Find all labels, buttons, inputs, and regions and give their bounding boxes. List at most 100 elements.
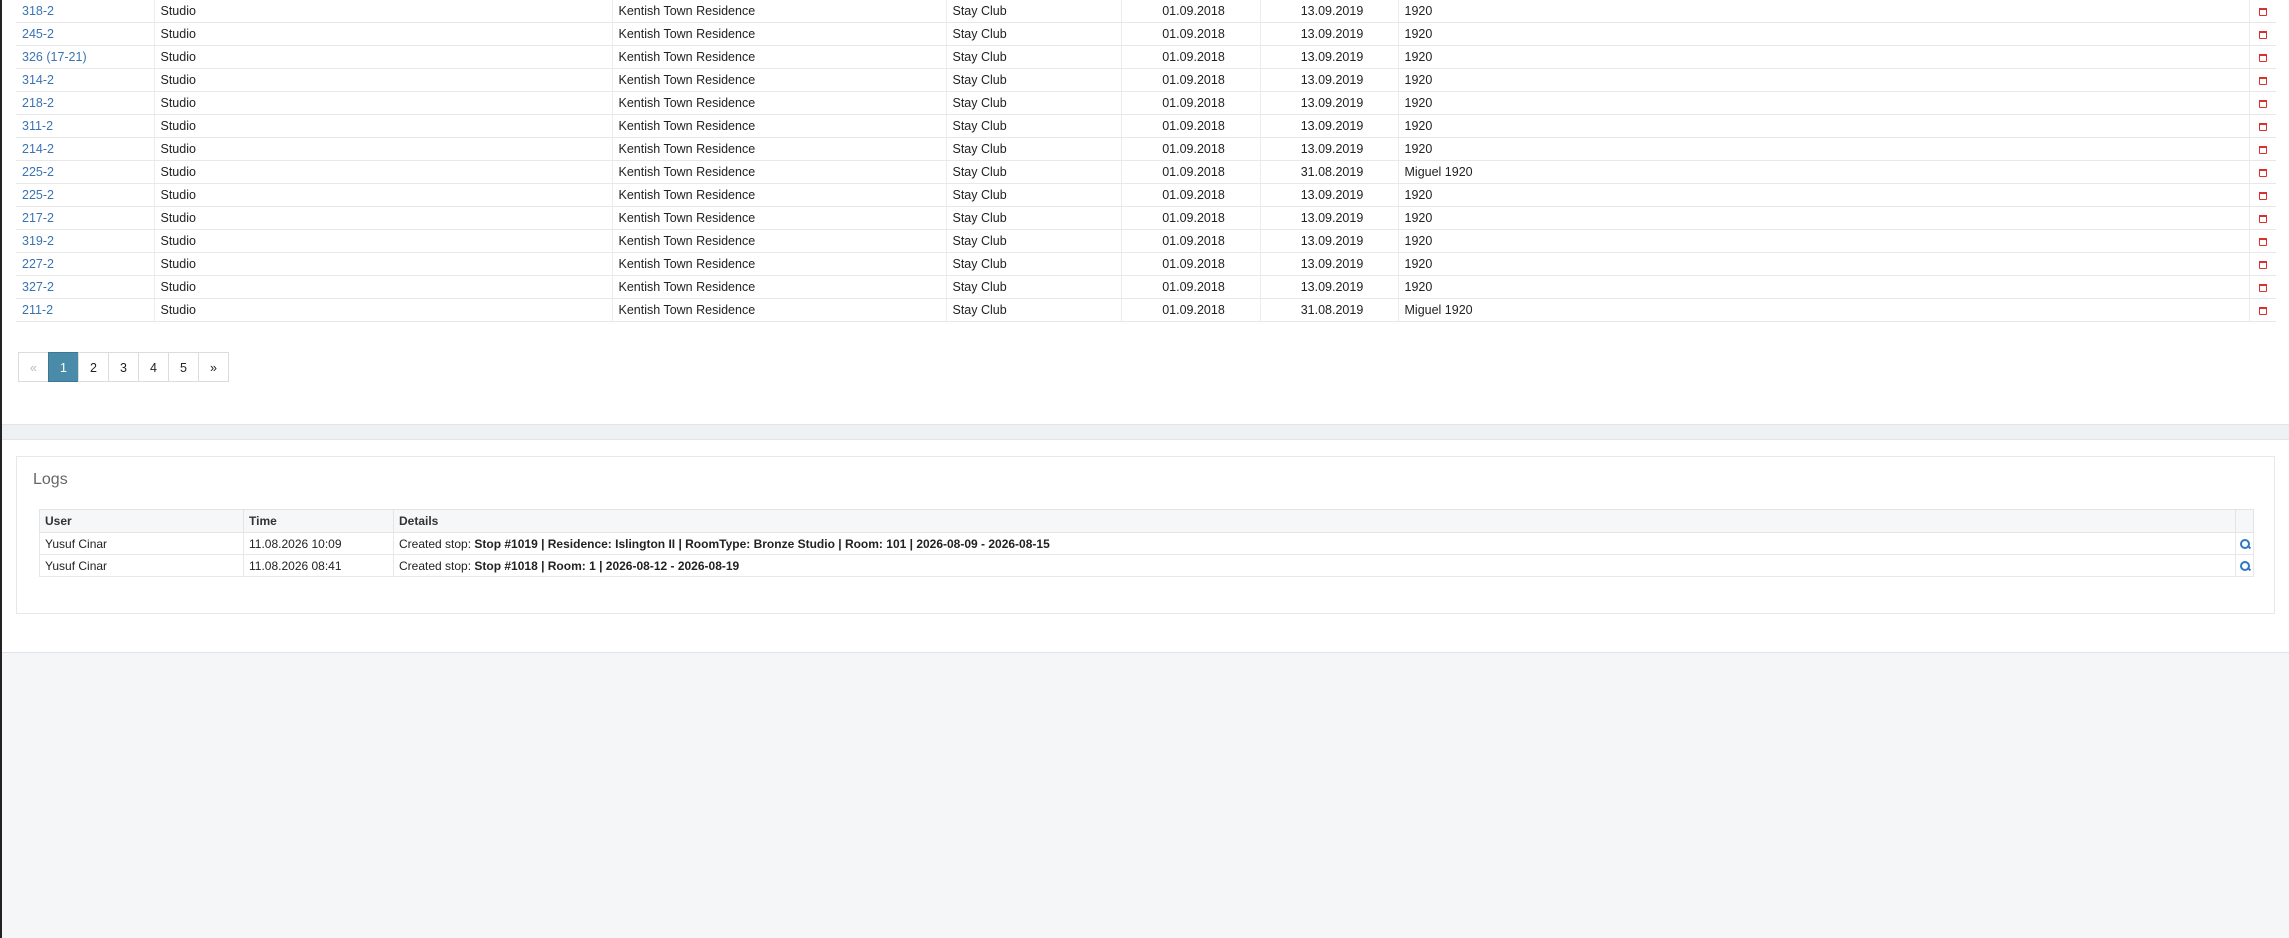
search-icon[interactable]	[2239, 538, 2250, 549]
start-date-cell: 01.09.2018	[1121, 252, 1261, 276]
trash-icon[interactable]	[2258, 215, 2267, 223]
row-action-cell	[2249, 91, 2276, 115]
room-link[interactable]: 319-2	[22, 234, 54, 248]
log-details-cell: Created stop: Stop #1019 | Residence: Is…	[393, 532, 2236, 555]
room-link[interactable]: 314-2	[22, 73, 54, 87]
start-date-cell: 01.09.2018	[1121, 68, 1261, 92]
room-link[interactable]: 227-2	[22, 257, 54, 271]
room-link[interactable]: 311-2	[22, 119, 53, 133]
table-row: 225-2 Studio Kentish Town Residence Stay Cl…	[16, 160, 2276, 184]
pagination: «1 2 3 4 5»	[18, 352, 229, 382]
note-cell: 1920	[1398, 137, 2250, 161]
trash-icon[interactable]	[2258, 169, 2267, 177]
trash-icon[interactable]	[2258, 123, 2267, 131]
start-date-cell: 01.09.2018	[1121, 114, 1261, 138]
row-action-cell	[2249, 183, 2276, 207]
pagination-page-4[interactable]: 4	[138, 352, 169, 382]
residence-cell: Kentish Town Residence	[612, 68, 947, 92]
pagination-prev-button[interactable]: «	[18, 352, 49, 382]
table-row: 314-2 Studio Kentish Town Residence Stay Cl…	[16, 68, 2276, 92]
log-details-text: Stop #1019 | Residence: Islington II | R…	[474, 536, 1050, 551]
row-action-cell	[2249, 22, 2276, 46]
room-link[interactable]: 327-2	[22, 280, 54, 294]
trash-icon[interactable]	[2258, 307, 2267, 315]
start-date-cell: 01.09.2018	[1121, 206, 1261, 230]
trash-icon[interactable]	[2258, 77, 2267, 85]
note-cell: 1920	[1398, 91, 2250, 115]
trash-icon[interactable]	[2258, 31, 2267, 39]
trash-icon[interactable]	[2258, 238, 2267, 246]
room-type-cell: Studio	[154, 91, 613, 115]
start-date-cell: 01.09.2018	[1121, 0, 1261, 23]
room-type-cell: Studio	[154, 68, 613, 92]
room-link[interactable]: 218-2	[22, 96, 54, 110]
residence-cell: Kentish Town Residence	[612, 137, 947, 161]
section-divider	[2, 424, 2289, 440]
start-date-cell: 01.09.2018	[1121, 183, 1261, 207]
table-row: 326 (17-21) Studio Kentish Town Residence S…	[16, 45, 2276, 69]
pagination-page-3[interactable]: 3	[108, 352, 139, 382]
note-cell: 1920	[1398, 229, 2250, 253]
trash-icon[interactable]	[2258, 261, 2267, 269]
provider-cell: Stay Club	[946, 22, 1122, 46]
provider-cell: Stay Club	[946, 206, 1122, 230]
start-date-cell: 01.09.2018	[1121, 160, 1261, 184]
residence-cell: Kentish Town Residence	[612, 45, 947, 69]
start-date-cell: 01.09.2018	[1121, 275, 1261, 299]
room-link[interactable]: 318-2	[22, 4, 54, 18]
residence-cell: Kentish Town Residence	[612, 0, 947, 23]
residence-cell: Kentish Town Residence	[612, 114, 947, 138]
pagination-page-2[interactable]: 2	[78, 352, 109, 382]
provider-cell: Stay Club	[946, 114, 1122, 138]
note-cell: 1920	[1398, 206, 2250, 230]
table-row: 218-2 Studio Kentish Town Residence Stay Cl…	[16, 91, 2276, 115]
room-type-cell: Studio	[154, 0, 613, 23]
room-type-cell: Studio	[154, 160, 613, 184]
log-time-cell: 11.08.2026 08:41	[243, 554, 394, 577]
trash-icon[interactable]	[2258, 284, 2267, 292]
logs-title: Logs	[33, 471, 68, 488]
table-row: 327-2 Studio Kentish Town Residence Stay Cl…	[16, 275, 2276, 299]
trash-icon[interactable]	[2258, 146, 2267, 154]
row-action-cell	[2249, 206, 2276, 230]
pagination-next-button[interactable]: »	[198, 352, 229, 382]
pagination-page-1[interactable]: 1	[48, 352, 79, 382]
room-cell: 218-2	[16, 91, 155, 115]
room-link[interactable]: 225-2	[22, 165, 54, 179]
row-action-cell	[2249, 298, 2276, 322]
table-row: 227-2 Studio Kentish Town Residence Stay Cl…	[16, 252, 2276, 276]
start-date-cell: 01.09.2018	[1121, 229, 1261, 253]
trash-icon[interactable]	[2258, 54, 2267, 62]
end-date-cell: 13.09.2019	[1260, 45, 1399, 69]
end-date-cell: 13.09.2019	[1260, 0, 1399, 23]
room-link[interactable]: 245-2	[22, 27, 54, 41]
pagination-page-5[interactable]: 5	[168, 352, 199, 382]
room-link[interactable]: 326 (17-21)	[22, 50, 87, 64]
log-action-cell	[2235, 554, 2254, 577]
end-date-cell: 13.09.2019	[1260, 206, 1399, 230]
end-date-cell: 13.09.2019	[1260, 22, 1399, 46]
logs-table: User Time Details Yusuf Cinar 11.08.2026 …	[39, 509, 2254, 577]
row-action-cell	[2249, 137, 2276, 161]
rooms-section: 318-2 Studio Kentish Town Residence Stay Cl…	[2, 0, 2289, 424]
column-header-details: Details	[393, 509, 2236, 533]
room-link[interactable]: 211-2	[22, 303, 53, 317]
trash-icon[interactable]	[2258, 100, 2267, 108]
end-date-cell: 13.09.2019	[1260, 91, 1399, 115]
room-link[interactable]: 225-2	[22, 188, 54, 202]
table-row: 245-2 Studio Kentish Town Residence Stay Cl…	[16, 22, 2276, 46]
residence-cell: Kentish Town Residence	[612, 275, 947, 299]
room-link[interactable]: 217-2	[22, 211, 54, 225]
trash-icon[interactable]	[2258, 8, 2267, 16]
provider-cell: Stay Club	[946, 229, 1122, 253]
log-time-cell: 11.08.2026 10:09	[243, 532, 394, 555]
room-link[interactable]: 214-2	[22, 142, 54, 156]
table-row: 211-2 Studio Kentish Town Residence Stay Cl…	[16, 298, 2276, 322]
note-cell: 1920	[1398, 45, 2250, 69]
search-icon[interactable]	[2239, 560, 2250, 571]
residence-cell: Kentish Town Residence	[612, 252, 947, 276]
log-user-cell: Yusuf Cinar	[39, 554, 244, 577]
log-details-text: Stop #1018 | Room: 1 | 2026-08-12 - 2026…	[474, 558, 740, 573]
residence-cell: Kentish Town Residence	[612, 22, 947, 46]
trash-icon[interactable]	[2258, 192, 2267, 200]
